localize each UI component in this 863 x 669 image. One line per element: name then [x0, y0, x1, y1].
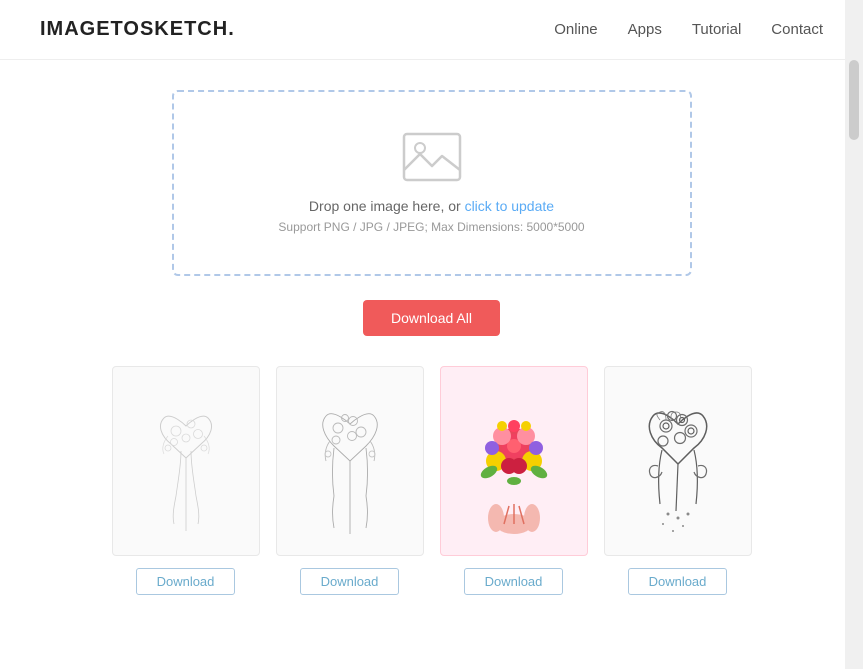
image-placeholder-icon	[402, 132, 462, 182]
image-dropzone[interactable]: Drop one image here, or click to update …	[172, 90, 692, 276]
dropzone-click-link[interactable]: click to update	[465, 198, 555, 214]
scrollbar[interactable]	[845, 0, 863, 669]
gallery-download-btn-1[interactable]: Download	[136, 568, 236, 595]
gallery-grid: Download	[112, 366, 752, 595]
main-nav: Online Apps Tutorial Contact	[554, 21, 823, 38]
gallery-download-btn-3[interactable]: Download	[464, 568, 564, 595]
sketch-image-1	[126, 376, 246, 546]
gallery-item: Download	[112, 366, 260, 595]
gallery-item: Download	[440, 366, 588, 595]
gallery-thumb-2	[276, 366, 424, 556]
gallery-download-btn-2[interactable]: Download	[300, 568, 400, 595]
dropzone-subtext: Support PNG / JPG / JPEG; Max Dimensions…	[278, 220, 584, 234]
sketch-image-2	[290, 376, 410, 546]
gallery-item: Download	[276, 366, 424, 595]
gallery-download-btn-4[interactable]: Download	[628, 568, 728, 595]
gallery-item: Download	[604, 366, 752, 595]
site-logo: IMAGETOSKETCH.	[40, 18, 235, 41]
nav-apps[interactable]: Apps	[628, 21, 662, 38]
gallery-thumb-4	[604, 366, 752, 556]
gallery-thumb-1	[112, 366, 260, 556]
nav-contact[interactable]: Contact	[771, 21, 823, 38]
nav-tutorial[interactable]: Tutorial	[692, 21, 741, 38]
dropzone-text: Drop one image here, or click to update	[309, 198, 554, 214]
nav-online[interactable]: Online	[554, 21, 597, 38]
scrollbar-thumb[interactable]	[849, 60, 859, 140]
sketch-image-3	[454, 376, 574, 546]
site-header: IMAGETOSKETCH. Online Apps Tutorial Cont…	[0, 0, 863, 60]
gallery-thumb-3	[440, 366, 588, 556]
main-content: Drop one image here, or click to update …	[0, 60, 863, 615]
sketch-image-4	[618, 376, 738, 546]
download-all-button[interactable]: Download All	[363, 300, 500, 336]
